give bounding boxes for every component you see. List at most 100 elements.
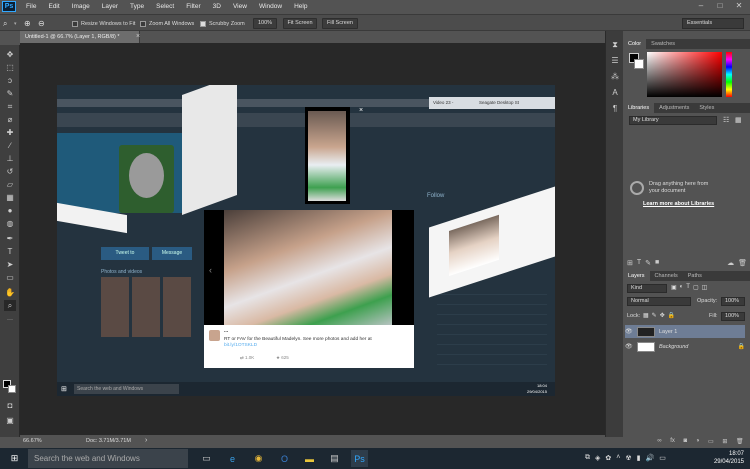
- filter-adjust-icon[interactable]: ◐: [680, 284, 684, 291]
- file-explorer-icon[interactable]: ▬: [301, 450, 318, 467]
- menu-window[interactable]: Window: [253, 0, 288, 13]
- notifications-icon[interactable]: ▭: [659, 454, 666, 462]
- tray-chevron-icon[interactable]: ˄: [616, 454, 620, 462]
- tab-color[interactable]: Color: [623, 39, 647, 49]
- hand-tool-icon[interactable]: ✋: [4, 287, 16, 298]
- marquee-tool-icon[interactable]: ⬚: [4, 62, 16, 73]
- fill-screen-button[interactable]: Fill Screen: [322, 18, 358, 29]
- new-layer-icon[interactable]: ⊞: [722, 438, 727, 445]
- document-close-button[interactable]: ×: [136, 31, 140, 43]
- lasso-tool-icon[interactable]: ↄ: [4, 75, 16, 86]
- brush-panel-icon[interactable]: ⁂: [609, 71, 621, 82]
- healing-brush-tool-icon[interactable]: ✚: [4, 127, 16, 138]
- layer-style-icon[interactable]: fx: [670, 438, 675, 445]
- zoom-level[interactable]: 66.67%: [23, 438, 42, 444]
- volume-icon[interactable]: 🔊: [646, 454, 655, 462]
- move-tool-icon[interactable]: ✥: [4, 49, 16, 60]
- lock-all-icon[interactable]: 🔒: [668, 312, 675, 319]
- tab-channels[interactable]: Channels: [650, 271, 683, 281]
- quick-select-tool-icon[interactable]: ✎: [4, 88, 16, 99]
- character-panel-icon[interactable]: A: [609, 87, 621, 98]
- menu-help[interactable]: Help: [288, 0, 313, 13]
- tray-icon-1[interactable]: ⧉: [585, 454, 590, 462]
- dodge-tool-icon[interactable]: ◍: [4, 218, 16, 229]
- history-brush-tool-icon[interactable]: ↺: [4, 166, 16, 177]
- tweet-link[interactable]: bit.ly/1OTSKLD: [224, 343, 257, 348]
- paragraph-panel-icon[interactable]: ¶: [609, 103, 621, 114]
- popup-close-button[interactable]: ×: [359, 107, 363, 114]
- network-icon[interactable]: ▮: [637, 454, 641, 462]
- new-group-icon[interactable]: ▭: [708, 438, 714, 445]
- zoom-all-windows-checkbox[interactable]: Zoom All Windows: [140, 18, 194, 29]
- color-panel-background[interactable]: [634, 59, 644, 69]
- cloud-sync-icon[interactable]: ☁: [727, 259, 734, 269]
- filter-shape-icon[interactable]: ▢: [693, 284, 699, 291]
- taskbar-search[interactable]: Search the web and Windows: [28, 449, 188, 468]
- quick-mask-icon[interactable]: ◘: [4, 400, 16, 411]
- add-brush-icon[interactable]: ✎: [645, 259, 651, 269]
- library-grid-view-icon[interactable]: ▦: [735, 116, 742, 124]
- tab-paths[interactable]: Paths: [683, 271, 707, 281]
- layer-row-layer1[interactable]: 👁 Layer 1: [625, 325, 745, 338]
- tweet-to-button[interactable]: Tweet to: [101, 247, 149, 260]
- menu-image[interactable]: Image: [66, 0, 96, 13]
- background-color-swatch[interactable]: [8, 385, 16, 393]
- add-color-icon[interactable]: ■: [655, 259, 659, 269]
- lock-paint-icon[interactable]: ✎: [652, 312, 657, 319]
- delete-layer-icon[interactable]: 🗑: [736, 438, 744, 445]
- blend-mode-select[interactable]: Normal: [627, 297, 691, 306]
- tab-adjustments[interactable]: Adjustments: [654, 103, 694, 113]
- retweet-count[interactable]: ⇄ 1.0K: [240, 355, 254, 361]
- learn-libraries-link[interactable]: Learn more about Libraries: [643, 201, 714, 207]
- filter-smart-icon[interactable]: ◫: [702, 284, 708, 291]
- menu-layer[interactable]: Layer: [96, 0, 124, 13]
- status-menu-arrow-icon[interactable]: ›: [145, 437, 147, 444]
- delete-library-item-icon[interactable]: 🗑: [738, 259, 747, 269]
- tweet-username[interactable]: ...: [224, 328, 228, 334]
- canvas[interactable]: Tweet to Message Photos and videos Follo…: [57, 85, 555, 396]
- zoom-out-icon[interactable]: ⊖: [38, 18, 45, 29]
- menu-type[interactable]: Type: [124, 0, 150, 13]
- add-text-icon[interactable]: T: [637, 259, 641, 269]
- photoshop-taskbar-icon[interactable]: Ps: [351, 450, 368, 467]
- eraser-tool-icon[interactable]: ▱: [4, 179, 16, 190]
- layer-name[interactable]: Layer 1: [659, 329, 677, 335]
- filter-pixel-icon[interactable]: ▣: [671, 284, 677, 291]
- menu-select[interactable]: Select: [150, 0, 180, 13]
- crop-tool-icon[interactable]: ⌗: [4, 101, 16, 112]
- tab-layers[interactable]: Layers: [623, 271, 650, 281]
- visibility-eye-icon[interactable]: 👁: [625, 328, 633, 335]
- menu-view[interactable]: View: [227, 0, 253, 13]
- tray-icon-4[interactable]: ☢: [625, 454, 631, 462]
- menu-file[interactable]: File: [20, 0, 42, 13]
- lock-position-icon[interactable]: ✥: [660, 312, 665, 319]
- pen-tool-icon[interactable]: ✒: [4, 233, 16, 244]
- tray-icon-3[interactable]: ✿: [605, 454, 611, 462]
- layer-name[interactable]: Background: [659, 344, 688, 350]
- message-button[interactable]: Message: [152, 247, 192, 260]
- tray-icon-2[interactable]: ◈: [595, 454, 600, 462]
- edit-toolbar-icon[interactable]: ···: [4, 315, 16, 326]
- layer-mask-icon[interactable]: ◙: [684, 438, 688, 445]
- browser-tab-label-2[interactable]: Video 23 -: [433, 100, 453, 105]
- hue-slider[interactable]: [726, 52, 732, 97]
- minimize-button[interactable]: –: [692, 0, 710, 12]
- zoom-100-button[interactable]: 100%: [253, 18, 277, 29]
- menu-filter[interactable]: Filter: [180, 0, 206, 13]
- maximize-button[interactable]: □: [711, 0, 729, 12]
- link-layers-icon[interactable]: ∞: [657, 438, 661, 445]
- gradient-tool-icon[interactable]: ▦: [4, 192, 16, 203]
- clone-stamp-tool-icon[interactable]: ⊥: [4, 153, 16, 164]
- history-panel-icon[interactable]: ⧗: [609, 39, 621, 50]
- fit-screen-button[interactable]: Fit Screen: [283, 18, 317, 29]
- screen-mode-icon[interactable]: ▣: [4, 415, 16, 426]
- tab-libraries[interactable]: Libraries: [623, 103, 655, 113]
- menu-edit[interactable]: Edit: [42, 0, 65, 13]
- library-list-view-icon[interactable]: ☷: [723, 116, 729, 124]
- visibility-eye-icon[interactable]: 👁: [625, 343, 633, 350]
- tab-styles[interactable]: Styles: [694, 103, 719, 113]
- eyedropper-tool-icon[interactable]: ⌀: [4, 114, 16, 125]
- add-graphic-icon[interactable]: ⊞: [627, 259, 633, 269]
- color-picker-field[interactable]: [647, 52, 722, 97]
- task-view-icon[interactable]: ▭: [198, 450, 215, 467]
